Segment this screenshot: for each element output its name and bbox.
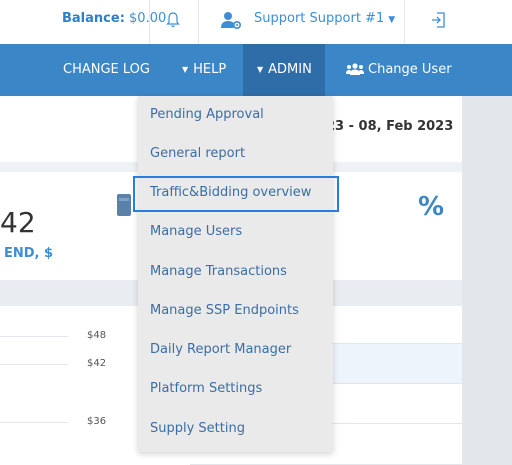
balance-display: Balance: $0.00 bbox=[62, 11, 166, 26]
spend-value: 42 bbox=[0, 206, 36, 239]
spend-label: END, $ bbox=[4, 246, 54, 261]
main-navbar: CHANGE LOG ▼ HELP ▼ ADMIN Change User bbox=[0, 44, 512, 96]
nav-change-user-label: Change User bbox=[368, 62, 452, 77]
menu-item-manage-transactions[interactable]: Manage Transactions bbox=[150, 264, 287, 279]
nav-help-label: HELP bbox=[193, 62, 227, 77]
chart-tick-label: $48 bbox=[87, 330, 107, 341]
wallet-icon bbox=[117, 194, 131, 216]
chart-gridline bbox=[0, 336, 68, 337]
topbar-divider bbox=[404, 0, 405, 44]
nav-admin[interactable]: ▼ ADMIN bbox=[243, 44, 325, 96]
topbar-divider bbox=[149, 0, 150, 44]
bell-icon[interactable] bbox=[166, 10, 180, 30]
nav-admin-label: ADMIN bbox=[268, 62, 312, 77]
topbar-divider bbox=[198, 0, 199, 44]
chart-gridline bbox=[0, 422, 68, 423]
balance-value: $0.00 bbox=[129, 11, 167, 26]
top-bar: Balance: $0.00 Support Support #1 ▼ bbox=[0, 0, 512, 44]
caret-down-icon: ▼ bbox=[257, 65, 264, 74]
caret-down-icon: ▼ bbox=[182, 65, 189, 74]
menu-item-daily-report-manager[interactable]: Daily Report Manager bbox=[150, 342, 291, 357]
right-gutter bbox=[462, 96, 512, 465]
logout-icon[interactable] bbox=[431, 10, 447, 30]
nav-change-user[interactable]: Change User bbox=[346, 44, 452, 96]
chart-gridline bbox=[0, 364, 68, 365]
date-range[interactable]: 23 - 08, Feb 2023 bbox=[326, 119, 453, 134]
menu-item-pending-approval[interactable]: Pending Approval bbox=[150, 107, 264, 122]
user-settings-icon bbox=[221, 12, 241, 29]
caret-down-icon: ▼ bbox=[388, 15, 396, 25]
users-icon bbox=[346, 63, 364, 75]
menu-item-supply-setting[interactable]: Supply Setting bbox=[150, 421, 245, 436]
menu-item-platform-settings[interactable]: Platform Settings bbox=[150, 381, 262, 396]
menu-item-manage-users[interactable]: Manage Users bbox=[150, 224, 242, 239]
menu-item-manage-ssp-endpoints[interactable]: Manage SSP Endpoints bbox=[150, 303, 299, 318]
admin-dropdown-menu: Pending Approval General report Traffic&… bbox=[138, 96, 333, 452]
menu-item-general-report[interactable]: General report bbox=[150, 146, 245, 161]
account-name: Support Support #1 bbox=[254, 11, 385, 26]
nav-change-log[interactable]: CHANGE LOG bbox=[63, 44, 150, 96]
percent-icon: % bbox=[418, 192, 445, 222]
balance-label: Balance: bbox=[62, 11, 125, 26]
selected-item-highlight bbox=[133, 176, 339, 212]
chart-tick-label: $42 bbox=[87, 358, 107, 369]
chart-tick-label: $36 bbox=[87, 416, 107, 427]
nav-help[interactable]: ▼ HELP bbox=[182, 44, 226, 96]
account-menu[interactable]: Support Support #1 ▼ bbox=[254, 11, 395, 26]
